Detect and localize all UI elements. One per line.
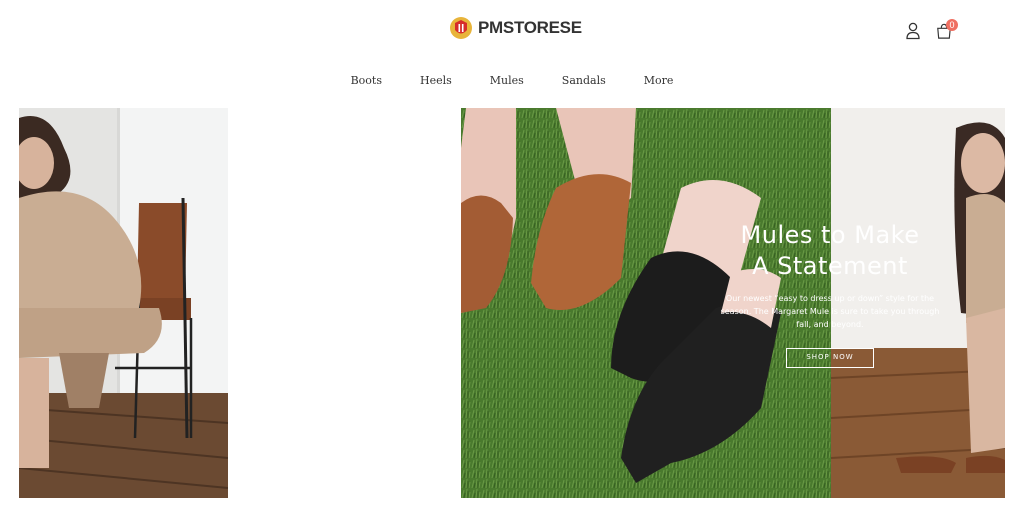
nav-item-more[interactable]: More — [644, 74, 674, 87]
slider-image-previous[interactable] — [19, 108, 228, 498]
nav-item-mules[interactable]: Mules — [490, 74, 524, 87]
logo[interactable]: PMSTORESE — [449, 16, 582, 40]
header-icons: 0 — [905, 19, 958, 40]
woman-chair-photo — [19, 108, 228, 498]
logo-crest-icon — [450, 17, 472, 39]
logo-text: PMSTORESE — [478, 18, 582, 37]
hero-description: Our newest “easy to dress up or down” st… — [720, 294, 940, 329]
main-nav: Boots Heels Mules Sandals More — [0, 74, 1024, 87]
hero-content: Mules to Make A Statement Our newest “ea… — [714, 220, 946, 368]
shop-now-button[interactable]: SHOP NOW — [786, 348, 874, 368]
nav-item-heels[interactable]: Heels — [420, 74, 452, 87]
user-icon[interactable] — [905, 22, 921, 40]
site-header: PMSTORESE 0 — [0, 0, 1024, 62]
cart-button[interactable]: 0 — [936, 19, 958, 40]
cart-count-badge: 0 — [946, 19, 958, 31]
hero-title-line2: A Statement — [752, 252, 908, 280]
nav-item-sandals[interactable]: Sandals — [562, 74, 606, 87]
hero-title-line1: Mules to Make — [740, 221, 920, 249]
hero-title: Mules to Make A Statement — [714, 220, 946, 282]
nav-item-boots[interactable]: Boots — [351, 74, 382, 87]
